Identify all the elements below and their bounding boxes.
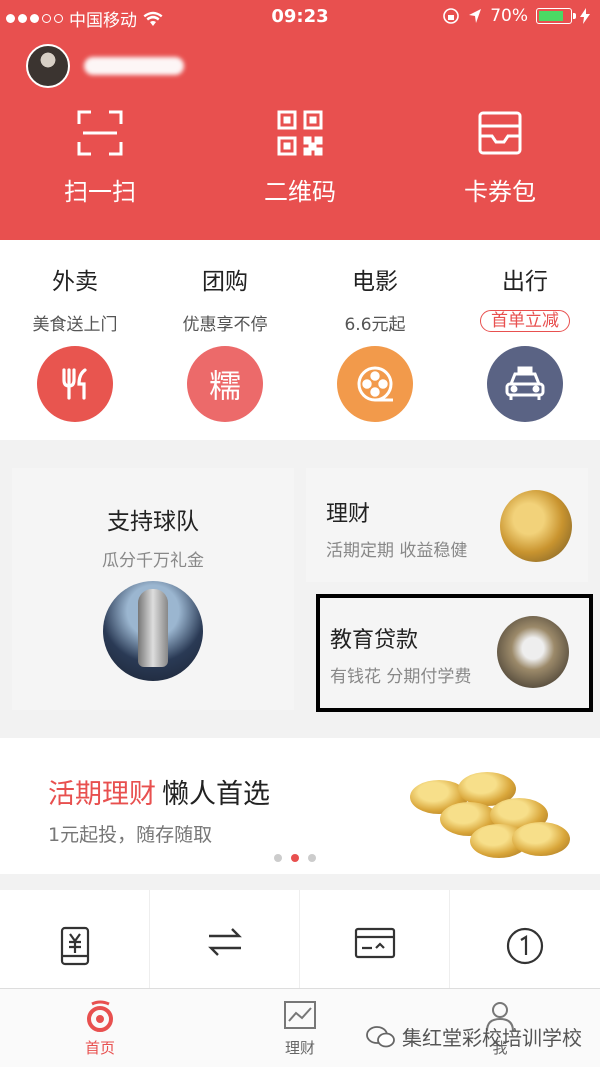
watermark: 集红堂彩校培训学校: [366, 1022, 582, 1051]
card-icon: [354, 927, 395, 959]
banner-subtext: 1元起投，随存随取: [48, 824, 213, 846]
card-subtitle: 活期定期 收益稳健: [326, 541, 468, 561]
wallet-button[interactable]: 卡券包: [400, 110, 600, 207]
category-travel[interactable]: 出行 首单立减: [450, 240, 600, 440]
coins-image: [500, 490, 572, 562]
card-subtitle: 有钱花 分期付学费: [330, 667, 472, 687]
location-icon: [469, 9, 482, 23]
avatar[interactable]: [26, 44, 70, 88]
service-card[interactable]: [300, 890, 450, 1000]
chart-icon: [284, 1001, 316, 1029]
qrcode-button[interactable]: 二维码: [200, 110, 400, 207]
promo-banner[interactable]: 活期理财 懒人首选 1元起投，随存随取: [0, 738, 600, 874]
transfer-icon: [207, 928, 242, 956]
category-groupbuy[interactable]: 团购 优惠享不停 糯: [150, 240, 300, 440]
yuan-phone-icon: [60, 926, 89, 966]
service-number[interactable]: [450, 890, 600, 1000]
category-row: 外卖 美食送上门 团购 优惠享不停 糯 电影 6.6元起 出行 首单立减: [0, 240, 600, 440]
banner-pager[interactable]: [274, 854, 316, 862]
support-team-card[interactable]: 支持球队 瓜分千万礼金: [12, 468, 294, 710]
pager-dot-active[interactable]: [291, 854, 299, 862]
books-image: [497, 616, 569, 688]
user-profile[interactable]: [26, 44, 184, 88]
card-title: 教育贷款: [330, 628, 419, 653]
rotation-lock-icon: [443, 8, 460, 24]
header: 中国移动 09:23 70% 扫一扫 二维码 卡券包: [0, 0, 600, 240]
wallet-icon: [478, 111, 522, 155]
watermark-text: 集红堂彩校培训学校: [402, 1026, 582, 1050]
category-movie[interactable]: 电影 6.6元起: [300, 240, 450, 440]
scan-label: 扫一扫: [64, 178, 136, 206]
circle-one-icon: [506, 927, 544, 965]
status-right: 70%: [442, 6, 590, 26]
education-loan-card[interactable]: 教育贷款 有钱花 分期付学费: [316, 594, 593, 712]
wechat-icon: [366, 1025, 395, 1047]
gold-coins-image: [400, 762, 570, 862]
category-takeout[interactable]: 外卖 美食送上门: [0, 240, 150, 440]
category-subtitle: 优惠享不停: [182, 315, 268, 335]
card-subtitle: 瓜分千万礼金: [102, 551, 204, 571]
service-bill[interactable]: [0, 890, 150, 1000]
trophy-image: [103, 581, 203, 681]
category-tag: 首单立减: [480, 310, 570, 332]
tab-finance-label: 理财: [284, 1039, 315, 1057]
scan-icon: [77, 110, 123, 156]
service-row: [0, 890, 600, 1000]
wallet-label: 卡券包: [464, 178, 536, 206]
film-reel-icon: [337, 346, 413, 422]
tab-home-label: 首页: [84, 1039, 115, 1057]
battery-icon: [536, 8, 576, 24]
category-title: 出行: [502, 269, 548, 295]
fork-knife-icon: [37, 346, 113, 422]
qrcode-icon: [277, 110, 323, 156]
home-logo-icon: [87, 1000, 113, 1032]
banner-highlight: 活期理财: [48, 779, 156, 810]
pager-dot[interactable]: [274, 854, 282, 862]
tab-home[interactable]: 首页: [0, 989, 200, 1067]
category-subtitle: 6.6元起: [344, 315, 406, 335]
promo-grid: 支持球队 瓜分千万礼金 理财 活期定期 收益稳健 教育贷款 有钱花 分期付学费: [0, 462, 600, 722]
banner-headline: 活期理财 懒人首选: [48, 772, 270, 811]
battery-percent: 70%: [490, 6, 528, 26]
status-bar: 中国移动 09:23 70%: [0, 6, 600, 31]
banner-title: 懒人首选: [162, 779, 270, 810]
finance-card[interactable]: 理财 活期定期 收益稳健: [306, 468, 588, 582]
charging-icon: [580, 8, 590, 24]
card-title: 支持球队: [107, 509, 199, 535]
service-transfer[interactable]: [150, 890, 300, 1000]
taxi-icon: [487, 346, 563, 422]
username-redacted: [84, 57, 184, 75]
category-title: 外卖: [52, 269, 98, 295]
nuo-icon: 糯: [187, 346, 263, 422]
pager-dot[interactable]: [308, 854, 316, 862]
card-title: 理财: [326, 502, 371, 527]
qrcode-label: 二维码: [264, 178, 336, 206]
category-subtitle: 美食送上门: [32, 315, 118, 335]
category-title: 电影: [352, 269, 398, 295]
category-title: 团购: [202, 269, 248, 295]
scan-button[interactable]: 扫一扫: [0, 110, 200, 207]
quick-actions: 扫一扫 二维码 卡券包: [0, 110, 600, 207]
